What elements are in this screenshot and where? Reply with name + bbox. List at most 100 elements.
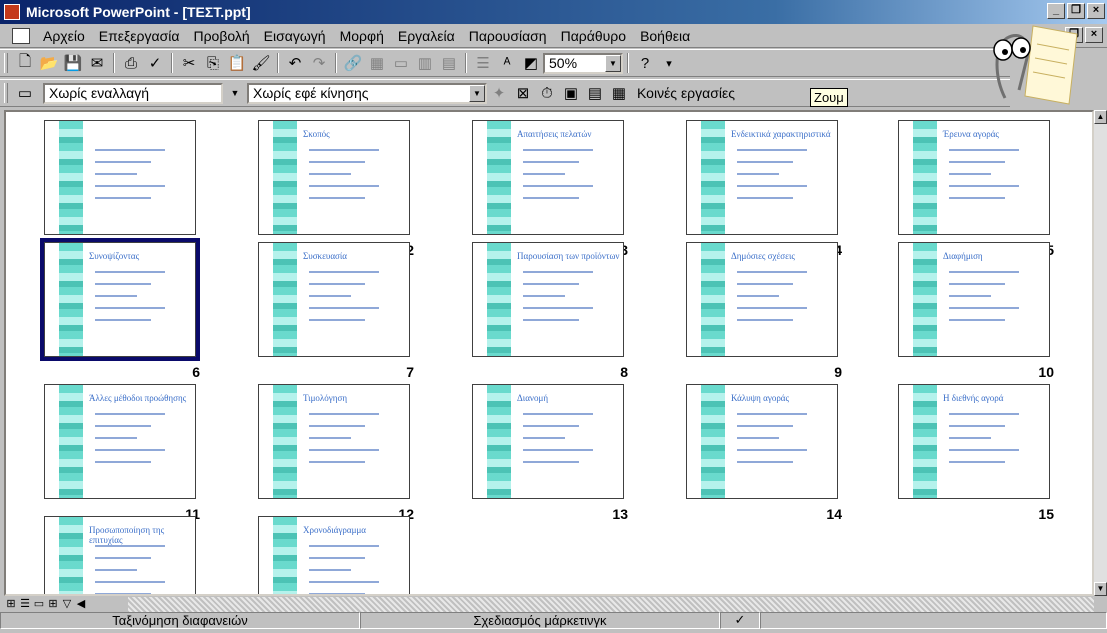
tables-icon[interactable]: ▦ [365, 52, 389, 74]
transition-icon[interactable]: ▭ [13, 82, 37, 104]
transition-combo[interactable]: Χωρίς εναλλαγή [43, 82, 223, 104]
slide-thumbnail[interactable]: Δημόσιες σχέσεις [686, 242, 838, 357]
slide-thumbnail[interactable] [44, 120, 196, 235]
slide-text-line [523, 185, 593, 187]
scroll-left-icon[interactable]: ◀ [74, 598, 88, 612]
slide-thumbnail[interactable]: Τιμολόγηση [258, 384, 410, 499]
slide-text-line [523, 413, 593, 415]
restore-button[interactable]: ❐ [1067, 3, 1085, 19]
hyperlink-icon[interactable]: 🔗 [341, 52, 365, 74]
toolbar-grip[interactable] [4, 83, 8, 103]
show-formatting-icon[interactable]: ᴬ [495, 52, 519, 74]
slide-thumbnail[interactable]: Συνοψίζοντας [40, 238, 200, 361]
slide-decoration [59, 385, 83, 498]
slide-thumbnail[interactable]: Προσωποποίηση της επιτυχίας [44, 516, 196, 594]
rehearse-timings-icon[interactable]: ⏱ [535, 82, 559, 104]
office-assistant-icon[interactable] [965, 18, 1085, 110]
slide-thumbnail[interactable]: Ενδεικτικά χαρακτηριστικά [686, 120, 838, 235]
minimize-button[interactable]: _ [1047, 3, 1065, 19]
slide-thumbnail[interactable]: Σκοπός [258, 120, 410, 235]
chart-icon[interactable]: ▥ [413, 52, 437, 74]
slide-text-line [523, 173, 565, 175]
expand-slide-icon[interactable]: ☰ [471, 52, 495, 74]
slide-text-line [523, 307, 593, 309]
slide-thumbnail[interactable]: Άλλες μέθοδοι προώθησης [44, 384, 196, 499]
slide-thumbnail[interactable]: Απαιτήσεις πελατών [472, 120, 624, 235]
chevron-down-icon[interactable]: ▼ [605, 54, 621, 72]
slide-decoration [273, 385, 297, 498]
chevron-down-icon[interactable]: ▼ [469, 84, 485, 102]
new-icon[interactable]: 🗋 [13, 52, 37, 74]
animation-preview-icon[interactable]: ✦ [487, 82, 511, 104]
menu-view[interactable]: Προβολή [186, 28, 256, 44]
slide-thumbnail[interactable]: Η διεθνής αγορά [898, 384, 1050, 499]
summary-slide-icon[interactable]: ▣ [559, 82, 583, 104]
slide-thumbnail[interactable]: Συσκευασία [258, 242, 410, 357]
standard-toolbar: 🗋 📂 💾 ✉ ⎙ ✓ ✂ ⎘ 📋 🖌 ↶ ↷ 🔗 ▦ ▭ ▥ ▤ ☰ ᴬ ◩ … [0, 49, 1010, 77]
undo-icon[interactable]: ↶ [283, 52, 307, 74]
open-icon[interactable]: 📂 [37, 52, 61, 74]
transition-value: Χωρίς εναλλαγή [49, 85, 149, 101]
menu-insert[interactable]: Εισαγωγή [257, 28, 333, 44]
slide-text-line [309, 425, 365, 427]
powerpoint-app-icon[interactable] [4, 4, 20, 20]
slide-text-line [95, 449, 165, 451]
paste-icon[interactable]: 📋 [225, 52, 249, 74]
slide-thumbnail[interactable]: Διανομή [472, 384, 624, 499]
common-tasks-icon[interactable]: ▦ [607, 82, 631, 104]
email-icon[interactable]: ✉ [85, 52, 109, 74]
scroll-up-icon[interactable]: ▲ [1094, 110, 1107, 124]
animation-combo[interactable]: Χωρίς εφέ κίνησης ▼ [247, 82, 487, 104]
slide-thumbnail[interactable]: Διαφήμιση [898, 242, 1050, 357]
menu-help[interactable]: Βοήθεια [633, 28, 697, 44]
toolbar-options-icon[interactable]: ▾ [657, 52, 681, 74]
common-tasks-button[interactable]: Κοινές εργασίες [631, 85, 741, 101]
doc-close-button[interactable]: × [1085, 27, 1103, 43]
print-icon[interactable]: ⎙ [119, 52, 143, 74]
copy-icon[interactable]: ⎘ [201, 52, 225, 74]
close-button[interactable]: × [1087, 3, 1105, 19]
format-painter-icon[interactable]: 🖌 [249, 52, 273, 74]
slide-decoration [913, 121, 937, 234]
menu-tools[interactable]: Εργαλεία [391, 28, 462, 44]
normal-view-icon[interactable]: ⊞ [4, 598, 18, 612]
menu-window[interactable]: Παράθυρο [554, 28, 633, 44]
insert-table-icon[interactable]: ▭ [389, 52, 413, 74]
outline-view-icon[interactable]: ☰ [18, 598, 32, 612]
slide-sorter-view-icon[interactable]: ⊞ [46, 598, 60, 612]
new-slide-icon[interactable]: ▤ [437, 52, 461, 74]
speaker-notes-icon[interactable]: ▤ [583, 82, 607, 104]
slideshow-icon[interactable]: ▽ [60, 598, 74, 612]
slide-thumbnail[interactable]: Έρευνα αγοράς [898, 120, 1050, 235]
spelling-status-icon[interactable]: ✓ [720, 611, 760, 629]
menu-format[interactable]: Μορφή [333, 28, 391, 44]
slide-text-line [949, 449, 1019, 451]
slide-sorter-pane[interactable]: 1 Σκοπός 2 Απαιτήσεις πελατών 3 Ενδεικτικά χα… [4, 110, 1094, 596]
slide-text-line [309, 437, 351, 439]
slide-thumbnail[interactable]: Παρουσίαση των προϊόντων [472, 242, 624, 357]
grayscale-icon[interactable]: ◩ [519, 52, 543, 74]
zoom-combo[interactable]: 50% ▼ [543, 52, 623, 74]
slide-thumbnail[interactable]: Χρονοδιάγραμμα [258, 516, 410, 594]
slide-thumbnail[interactable]: Κάλυψη αγοράς [686, 384, 838, 499]
redo-icon[interactable]: ↷ [307, 52, 331, 74]
menu-file[interactable]: Αρχείο [36, 28, 92, 44]
toolbar-grip[interactable] [4, 53, 8, 73]
chevron-down-icon[interactable]: ▼ [223, 82, 247, 104]
slide-text-line [523, 425, 579, 427]
save-icon[interactable]: 💾 [61, 52, 85, 74]
menu-slideshow[interactable]: Παρουσίαση [462, 28, 554, 44]
slide-text-line [523, 283, 579, 285]
slide-text-line [309, 307, 379, 309]
hide-slide-icon[interactable]: ⊠ [511, 82, 535, 104]
menu-edit[interactable]: Επεξεργασία [92, 28, 187, 44]
cut-icon[interactable]: ✂ [177, 52, 201, 74]
spelling-icon[interactable]: ✓ [143, 52, 167, 74]
scroll-down-icon[interactable]: ▼ [1094, 582, 1107, 596]
slide-text-line [309, 449, 379, 451]
slide-text-line [737, 185, 807, 187]
document-icon[interactable] [12, 27, 30, 44]
slide-view-icon[interactable]: ▭ [32, 598, 46, 612]
help-icon[interactable]: ? [633, 52, 657, 74]
vertical-scrollbar[interactable]: ▲ ▼ [1094, 110, 1107, 596]
